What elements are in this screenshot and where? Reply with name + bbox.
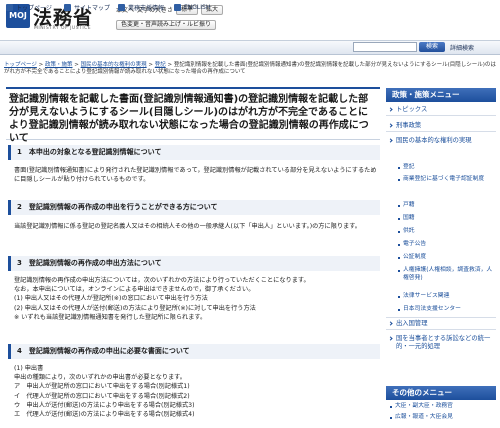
bullet-icon: [398, 296, 400, 298]
sidebar-subitem-label: 商業登記に基づく電子認証制度: [403, 176, 485, 182]
search-input[interactable]: [353, 42, 417, 52]
section-heading: 3 登記識別情報の再作成の申出方法について: [8, 256, 380, 271]
sidebar-item-label: 出入国管理: [396, 320, 428, 327]
site-logo-subtitle: MINISTRY OF JUSTICE: [34, 26, 92, 31]
bullet-icon: [398, 257, 400, 259]
home-icon: [6, 3, 13, 11]
sidebar-subitem-press[interactable]: 広報・報道・大臣会見: [390, 414, 486, 422]
sidebar-subitem-family-register[interactable]: 戸籍: [398, 202, 494, 210]
bullet-icon: [398, 167, 400, 169]
bullet-icon: [398, 205, 400, 207]
accessibility-tools-button[interactable]: 色変更・音声読み上げ・ルビ振り: [116, 19, 217, 30]
sidebar-subitem-label: 登記: [403, 164, 415, 170]
section-body: 当該登記識別情報に係る登記の登記名義人又はその相続人その他の一般承継人(以下「申…: [14, 223, 361, 230]
sidebar-subitem-label: 供託: [403, 228, 415, 234]
section-body: 登記識別情報の再作成の申出方法については，次のいずれかの方法により行っていただく…: [14, 277, 310, 321]
chevron-right-icon: [388, 336, 393, 341]
nav-english-label: ENGLISH: [184, 3, 211, 11]
sidebar-subitem-deposit[interactable]: 供託: [398, 228, 494, 236]
sidebar-subitem-label: 公証制度: [403, 254, 427, 260]
sidebar-subitem-registration[interactable]: 登記: [398, 164, 494, 172]
chevron-right-icon: [388, 321, 393, 326]
bullet-icon: [398, 270, 400, 272]
bullet-icon: [398, 179, 400, 181]
sidebar-subitem-notary[interactable]: 公証制度: [398, 254, 494, 262]
chevron-right-icon: [388, 123, 393, 128]
sidebar-subitem-label: 人権擁護(人権相談，調査救済，人権啓発): [403, 267, 493, 281]
bullet-icon: [398, 309, 400, 311]
sidebar-divider: [386, 317, 496, 318]
section-heading: 2 登記識別情報の再作成の申出を行うことができる方について: [8, 200, 380, 215]
breadcrumb: トップページ > 政策・施策 > 国民の基本的な権利の実現 > 登記 > 登記識…: [4, 62, 496, 75]
breadcrumb-current: 登記識別情報を記載した書面(登記識別情報通知書)の登記識別情報を記載した部分が見…: [4, 62, 496, 75]
sidebar-item-topics[interactable]: トピックス: [386, 106, 496, 116]
sidebar-subitem-label: 日本司法支援センター: [403, 306, 461, 312]
bullet-icon: [390, 406, 392, 408]
advanced-search-link[interactable]: 詳細検索: [450, 43, 474, 52]
sidebar-subitem-houterasu[interactable]: 日本司法支援センター: [398, 306, 494, 314]
nav-sitemap-label: サイトマップ: [74, 4, 111, 12]
nav-business-support-label: 業務支援情報: [128, 4, 165, 12]
bullet-icon: [398, 244, 400, 246]
breadcrumb-link[interactable]: 登記: [155, 62, 166, 68]
sidebar-subitem-e-cert[interactable]: 商業登記に基づく電子認証制度: [398, 176, 494, 184]
sidebar-policy-menu-heading: 政策・施策メニュー: [386, 88, 496, 102]
sidebar-subitem-label: 電子公告: [403, 241, 427, 247]
nav-business-support[interactable]: 業務支援情報: [118, 2, 164, 12]
breadcrumb-link[interactable]: トップページ: [4, 62, 37, 68]
chevron-right-icon: [388, 138, 393, 143]
sidebar-item-label: 国を当事者とする訴訟などの統一的・一元的処理: [396, 335, 491, 350]
section-body: (1) 申出書 申出の種類により，次のいずれかの申出書が必要となります。 ア 申…: [14, 365, 195, 419]
utility-row-2: 色変更・音声読み上げ・ルビ振り: [116, 19, 217, 30]
sidebar-item-label: 刑事政策: [396, 122, 422, 129]
chevron-right-icon: [388, 107, 393, 112]
sidebar-item-basic-rights[interactable]: 国民の基本的な権利の実現: [386, 137, 496, 155]
section-heading: 1 本申出の対象となる登記識別情報について: [8, 145, 380, 160]
bullet-icon: [390, 417, 392, 419]
sidebar-subitem-label: 国籍: [403, 215, 415, 221]
sidebar-subitem-minister[interactable]: 大臣・副大臣・政務官: [390, 403, 486, 411]
sidebar-item-immigration[interactable]: 出入国管理: [386, 320, 496, 330]
page-title: 登記識別情報を記載した書面(登記識別情報通知書)の登記識別情報を記載した部分が見…: [6, 87, 380, 144]
bullet-icon: [398, 218, 400, 220]
sidebar-item-label: トピックス: [396, 106, 428, 113]
globe-icon: [174, 3, 181, 11]
nav-sitemap[interactable]: サイトマップ: [64, 2, 110, 12]
breadcrumb-link[interactable]: 国民の基本的な権利の実現: [81, 62, 147, 68]
sidebar-other-menu-heading: その他のメニュー: [386, 386, 496, 400]
sidebar-subitem-human-rights[interactable]: 人権擁護(人権相談，調査救済，人権啓発): [398, 267, 494, 282]
business-icon: [118, 3, 125, 11]
sidebar-subitem-label: 大臣・副大臣・政務官: [395, 403, 453, 409]
nav-top-page-label: トップページ: [16, 4, 52, 12]
bullet-icon: [398, 231, 400, 233]
sidebar-item-litigation[interactable]: 国を当事者とする訴訟などの統一的・一元的処理: [386, 335, 496, 352]
search-button[interactable]: 検索: [419, 42, 445, 52]
sidebar-subitem-legal-services[interactable]: 法律サービス関連: [398, 293, 494, 301]
sitemap-icon: [64, 3, 71, 11]
sidebar-subitem-label: 戸籍: [403, 202, 415, 208]
nav-english[interactable]: ENGLISH: [174, 2, 210, 12]
breadcrumb-link[interactable]: 政策・施策: [45, 62, 73, 68]
sidebar-subitem-label: 広報・報道・大臣会見: [395, 414, 453, 420]
sidebar-subitem-e-notice[interactable]: 電子公告: [398, 241, 494, 249]
sidebar-subitem-nationality[interactable]: 国籍: [398, 215, 494, 223]
sidebar-item-criminal-policy[interactable]: 刑事政策: [386, 122, 496, 132]
section-body: 書面(登記識別情報通知書)により発行された登記識別情報であって，登記識別情報が記…: [14, 167, 377, 184]
section-heading: 4 登記識別情報の再作成の申出に必要な書面について: [8, 344, 380, 359]
sidebar-item-label: 国民の基本的な権利の実現: [396, 137, 472, 144]
nav-top-page[interactable]: トップページ: [6, 2, 52, 12]
sidebar-subitem-label: 法律サービス関連: [403, 293, 450, 299]
